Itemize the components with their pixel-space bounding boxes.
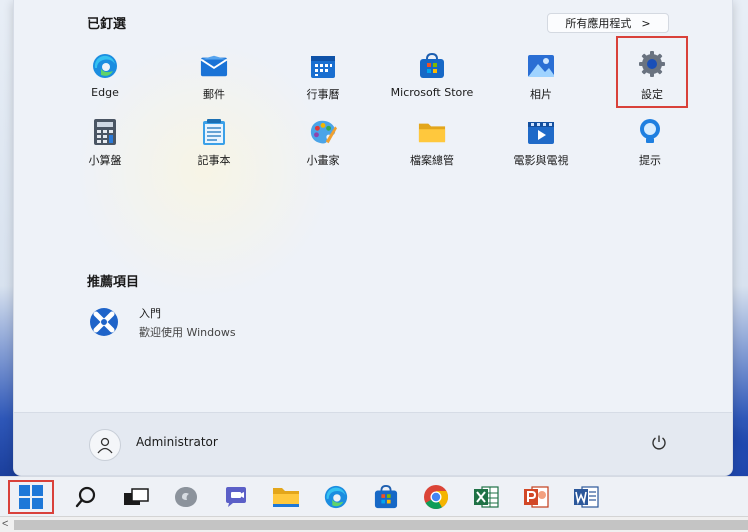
mail-icon (200, 52, 228, 80)
pinned-app-file-explorer[interactable]: 檔案總管 (384, 114, 480, 172)
calculator-icon (91, 118, 119, 146)
pinned-app-mail[interactable]: 郵件 (166, 48, 262, 106)
photos-icon (527, 52, 555, 80)
scroll-left-arrow[interactable]: < (2, 518, 8, 530)
recommended-item-get-started[interactable]: 入門 歡迎使用 Windows (87, 303, 347, 343)
chevron-right-icon: > (641, 16, 651, 30)
movies-tv-icon (527, 118, 555, 146)
start-menu: 已釘選 所有應用程式 > Edge 郵件 行事曆 Microsoft Store… (13, 0, 733, 476)
app-label: 小算盤 (88, 154, 122, 167)
task-view-icon[interactable] (120, 481, 152, 513)
user-avatar[interactable] (89, 429, 121, 461)
app-label: 記事本 (197, 154, 231, 167)
notepad-icon (200, 118, 228, 146)
app-label: Edge (91, 86, 119, 99)
start-menu-footer: Administrator (14, 412, 732, 475)
start-button[interactable] (8, 480, 54, 514)
app-label: 檔案總管 (410, 154, 454, 167)
search-icon[interactable] (70, 481, 102, 513)
get-started-icon (87, 305, 121, 339)
pinned-app-tips[interactable]: 提示 (602, 114, 698, 172)
scrollbar-thumb[interactable] (14, 520, 748, 530)
file-explorer-icon[interactable] (270, 481, 302, 513)
calendar-icon (309, 52, 337, 80)
pinned-app-edge[interactable]: Edge (57, 48, 153, 106)
pinned-app-movies-tv[interactable]: 電影與電視 (493, 114, 589, 172)
word-icon[interactable] (570, 481, 602, 513)
recommended-item-subtitle: 歡迎使用 Windows (139, 326, 236, 339)
user-name[interactable]: Administrator (136, 435, 218, 449)
pinned-app-microsoft-store[interactable]: Microsoft Store (384, 48, 480, 106)
recommended-section-title: 推薦項目 (87, 275, 140, 290)
app-label: Microsoft Store (390, 86, 474, 99)
chrome-icon[interactable] (420, 481, 452, 513)
taskbar (0, 476, 748, 516)
app-label: 郵件 (203, 88, 225, 101)
horizontal-scrollbar[interactable]: < (0, 516, 748, 532)
pinned-app-photos[interactable]: 相片 (493, 48, 589, 106)
paint-icon (309, 118, 337, 146)
settings-gear-icon (638, 50, 666, 78)
powerpoint-icon[interactable] (520, 481, 552, 513)
app-label: 小畫家 (306, 154, 340, 167)
app-label: 設定 (641, 88, 663, 101)
app-label: 電影與電視 (513, 154, 569, 167)
app-label: 提示 (639, 154, 661, 167)
excel-icon[interactable] (470, 481, 502, 513)
store-icon (418, 52, 446, 80)
all-apps-button[interactable]: 所有應用程式 > (547, 13, 669, 33)
edge-icon[interactable] (320, 481, 352, 513)
pinned-section-title: 已釘選 (87, 17, 127, 32)
app-label: 相片 (530, 88, 552, 101)
pinned-app-paint[interactable]: 小畫家 (275, 114, 371, 172)
pinned-app-calendar[interactable]: 行事曆 (275, 48, 371, 106)
app-label: 行事曆 (306, 88, 340, 101)
store-icon[interactable] (370, 481, 402, 513)
file-explorer-icon (418, 118, 446, 146)
pinned-app-calculator[interactable]: 小算盤 (57, 114, 153, 172)
pinned-app-settings[interactable]: 設定 (616, 36, 688, 108)
chat-icon[interactable] (220, 481, 252, 513)
edge-icon (91, 52, 119, 80)
all-apps-label: 所有應用程式 (565, 17, 632, 30)
start-icon (19, 485, 43, 509)
tips-icon (636, 118, 664, 146)
pinned-app-notepad[interactable]: 記事本 (166, 114, 262, 172)
widgets-icon[interactable] (170, 481, 202, 513)
power-icon[interactable] (648, 431, 670, 453)
recommended-item-title: 入門 (139, 307, 161, 320)
